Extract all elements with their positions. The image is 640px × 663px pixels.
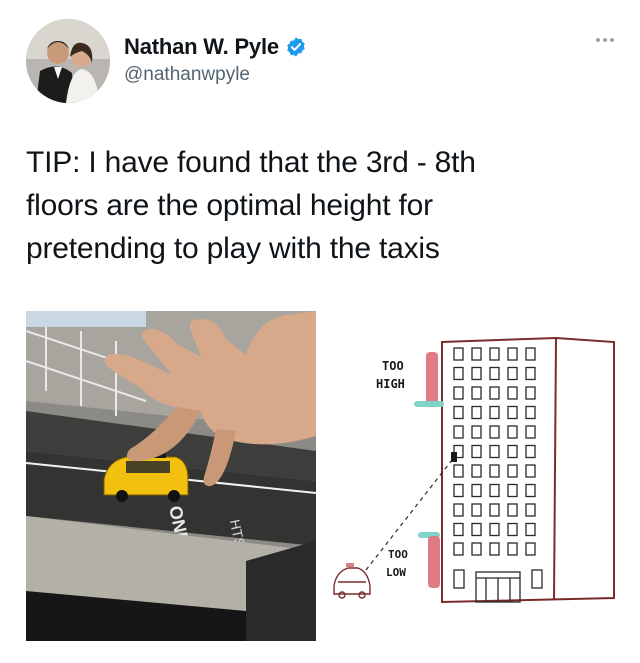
building-window bbox=[471, 386, 482, 400]
building-window bbox=[507, 522, 518, 537]
building-window bbox=[525, 366, 536, 381]
building-window bbox=[471, 464, 482, 478]
building-window bbox=[453, 503, 464, 517]
taxi-icon bbox=[103, 453, 189, 502]
building-window bbox=[489, 503, 500, 517]
building-window bbox=[471, 366, 482, 381]
building-window bbox=[525, 444, 536, 459]
building-window bbox=[489, 425, 500, 439]
building-window bbox=[489, 444, 500, 459]
building-window bbox=[453, 464, 464, 478]
building-window bbox=[525, 405, 536, 420]
building-window bbox=[507, 444, 518, 459]
building-window bbox=[525, 386, 536, 400]
too-high-label-2: HIGH bbox=[376, 377, 405, 391]
tweet-text-line: TIP: I have found that the 3rd - 8th bbox=[26, 146, 476, 179]
building-window bbox=[507, 425, 518, 439]
building-window bbox=[471, 405, 482, 420]
too-high-marker bbox=[426, 352, 438, 404]
building-window bbox=[489, 366, 500, 381]
building-window bbox=[525, 483, 536, 498]
building-window bbox=[489, 522, 500, 537]
too-low-label-1: TOO bbox=[388, 548, 408, 561]
building-window bbox=[525, 503, 536, 517]
wedding-photo-avatar bbox=[26, 19, 110, 103]
building-window bbox=[525, 347, 536, 361]
tweet-text-line: pretending to play with the taxis bbox=[26, 232, 440, 265]
building-window bbox=[507, 366, 518, 381]
building-window bbox=[453, 522, 464, 537]
tweet-text-line: floors are the optimal height for bbox=[26, 189, 433, 222]
building-window bbox=[525, 464, 536, 478]
building-window bbox=[489, 347, 500, 361]
building-window bbox=[525, 542, 536, 556]
building-window bbox=[453, 425, 464, 439]
building-window bbox=[471, 522, 482, 537]
building-window bbox=[471, 542, 482, 556]
building-window bbox=[507, 542, 518, 556]
building-window bbox=[489, 464, 500, 478]
building-window bbox=[471, 347, 482, 361]
building-window bbox=[471, 503, 482, 517]
too-low-label-2: LOW bbox=[386, 566, 406, 579]
building-window bbox=[471, 425, 482, 439]
building-window bbox=[453, 483, 464, 498]
building-window bbox=[489, 386, 500, 400]
building-window bbox=[489, 483, 500, 498]
building-window bbox=[525, 425, 536, 439]
handle[interactable]: @nathanwpyle bbox=[124, 64, 250, 86]
verified-badge-icon bbox=[285, 36, 307, 58]
building-window bbox=[471, 483, 482, 498]
building-window bbox=[453, 542, 464, 556]
too-high-label-1: TOO bbox=[382, 359, 404, 373]
building-window bbox=[507, 483, 518, 498]
building-window bbox=[507, 405, 518, 420]
building-window bbox=[525, 522, 536, 537]
more-horizontal-icon[interactable] bbox=[596, 38, 614, 42]
building-window bbox=[453, 366, 464, 381]
building-window bbox=[453, 386, 464, 400]
display-name[interactable]: Nathan W. Pyle bbox=[124, 34, 279, 60]
building-window bbox=[507, 464, 518, 478]
name-row: Nathan W. Pyle bbox=[124, 34, 307, 60]
building-illustration[interactable]: TOO HIGH TOO LOW bbox=[326, 316, 616, 616]
building-window bbox=[507, 503, 518, 517]
tweet-text: TIP: I have found that the 3rd - 8th flo… bbox=[26, 141, 616, 270]
avatar[interactable] bbox=[26, 19, 110, 103]
building-window bbox=[489, 405, 500, 420]
building-window bbox=[453, 347, 464, 361]
building-window bbox=[507, 386, 518, 400]
tweet-photo[interactable]: ONE HTS bbox=[26, 311, 316, 641]
building-window bbox=[471, 444, 482, 459]
building-window bbox=[453, 405, 464, 420]
building-window bbox=[489, 542, 500, 556]
too-low-marker bbox=[428, 536, 440, 588]
building-window bbox=[507, 347, 518, 361]
small-taxi-icon bbox=[333, 563, 371, 599]
tweet: Nathan W. Pyle @nathanwpyle TIP: I have … bbox=[0, 0, 640, 663]
